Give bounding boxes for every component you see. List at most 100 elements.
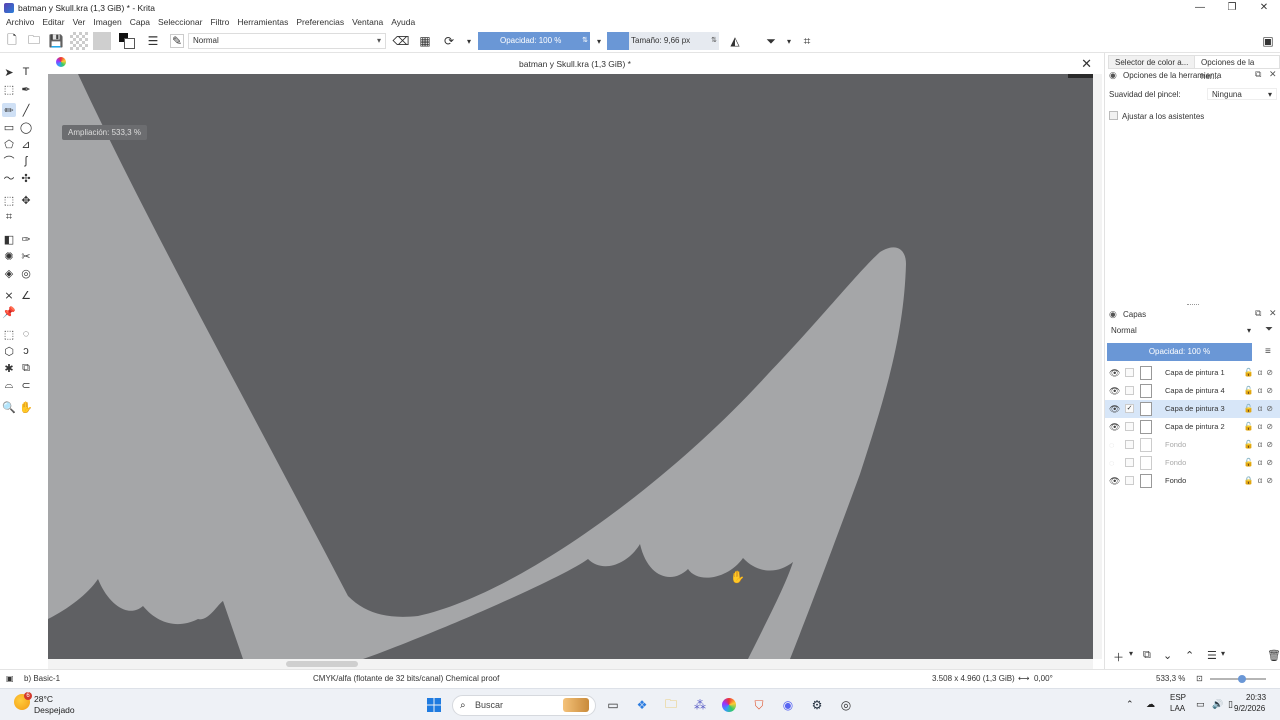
copilot-icon[interactable]: ❖ — [634, 697, 650, 713]
rectangle-tool-icon[interactable]: ▭ — [2, 120, 16, 134]
opacity-slider[interactable]: Opacidad: 100 % ⇅ — [478, 32, 590, 50]
zoom-tool-icon[interactable]: 🔍 — [2, 400, 16, 414]
layer-row[interactable]: ◌ Fondo 🔓α⊘ — [1105, 436, 1280, 454]
alpha-lock-icon[interactable]: ▦ — [418, 34, 432, 48]
layer-checkbox[interactable] — [1125, 422, 1134, 431]
polyline-tool-icon[interactable]: ⊿ — [19, 137, 33, 151]
fg-bg-color-icon[interactable] — [118, 32, 136, 50]
layer-blend-select[interactable]: Normal ▾ — [1107, 325, 1255, 337]
crop-tool-icon[interactable]: ⌗ — [2, 210, 16, 224]
eye-hidden-icon[interactable]: ◌ — [1109, 454, 1119, 472]
teams-icon[interactable]: ⁂ — [692, 697, 708, 713]
layer-lock-alpha-icons[interactable]: 🔓α⊘ — [1244, 382, 1277, 400]
zoom-value[interactable]: 533,3 % — [1156, 674, 1185, 683]
clock-date[interactable]: 9/2/2026 — [1234, 704, 1265, 713]
document-tab[interactable]: batman y Skull.kra (1,3 GiB) * ✕ — [48, 53, 1102, 74]
edit-shapes-icon[interactable]: ⬚ — [2, 82, 16, 96]
splitter-handle[interactable] — [1187, 304, 1199, 306]
eye-icon[interactable]: 👁 — [1109, 418, 1120, 436]
volume-icon[interactable]: 🔊 — [1212, 699, 1223, 710]
freehand-brush-icon[interactable]: ✏ — [2, 103, 16, 117]
open-folder-icon[interactable]: 🗀 — [27, 33, 41, 48]
maximize-button[interactable]: ❐ — [1216, 0, 1248, 15]
steam-icon[interactable]: ⚙ — [809, 697, 825, 713]
vertical-scrollbar[interactable] — [1093, 74, 1102, 659]
size-slider[interactable]: Tamaño: 9,66 px ⇅ — [607, 32, 719, 50]
screen-icon[interactable]: ▭ — [1196, 699, 1205, 710]
network-tray-icon[interactable]: ☁ — [1146, 699, 1155, 710]
dynamic-brush-icon[interactable]: 〜 — [2, 171, 16, 185]
weather-temperature[interactable]: 28°C — [34, 694, 53, 704]
delete-layer-icon[interactable]: 🗑 — [1267, 649, 1280, 662]
spin-arrows-icon[interactable]: ⇅ — [582, 32, 588, 50]
ellipse-tool-icon[interactable]: ◯ — [19, 120, 33, 134]
gradient-swatch[interactable] — [93, 32, 111, 50]
move-tool-icon[interactable]: ✥ — [19, 193, 33, 207]
canvas[interactable]: Ampliación: 533,3 % ✋ — [48, 74, 1093, 659]
task-view-icon[interactable]: ▭ — [605, 697, 621, 713]
move-down-icon[interactable]: ⌄ — [1163, 649, 1172, 662]
layer-row[interactable]: 👁 Fondo 🔒α⊘ — [1105, 472, 1280, 490]
polygon-tool-icon[interactable]: ⬠ — [2, 137, 16, 151]
layer-lock-alpha-icons[interactable]: 🔒α⊘ — [1244, 472, 1277, 490]
krita-taskbar-icon[interactable] — [721, 697, 737, 713]
layer-lock-alpha-icons[interactable]: 🔓α⊘ — [1244, 436, 1277, 454]
eye-icon[interactable]: 👁 — [1109, 382, 1120, 400]
add-layer-icon[interactable]: ＋ — [1113, 649, 1124, 665]
layout-indicator[interactable]: LAA — [1170, 704, 1185, 713]
image-size[interactable]: 3.508 x 4.960 (1,3 GiB) — [932, 674, 1015, 683]
calligraphy-icon[interactable]: ✒ — [19, 82, 33, 96]
rotation-value[interactable]: 0,00° — [1034, 674, 1053, 683]
eraser-icon[interactable]: ⌫ — [393, 34, 410, 48]
layer-lock-alpha-icons[interactable]: 🔓α⊘ — [1244, 418, 1277, 436]
fill-tool-icon[interactable]: ◈ — [2, 266, 16, 280]
tab-tool-options[interactable]: Opciones de la her... — [1194, 55, 1280, 81]
chevron-down-icon[interactable]: ▾ — [1129, 649, 1133, 658]
blend-mode-select[interactable]: Normal ▾ — [188, 33, 386, 49]
menu-preferencias[interactable]: Preferencias — [296, 17, 344, 27]
transform-tool-icon[interactable]: ⬚ — [2, 193, 16, 207]
new-document-icon[interactable]: 🗋 — [5, 33, 19, 48]
similar-select-icon[interactable]: ⧉ — [19, 361, 33, 375]
eye-icon[interactable]: 👁 — [1109, 472, 1120, 490]
chevron-down-icon[interactable]: ▾ — [1221, 649, 1225, 658]
menu-icon[interactable]: ≡ — [1265, 346, 1271, 357]
layer-opacity-slider[interactable]: Opacidad: 100 % — [1107, 343, 1252, 361]
layer-row[interactable]: 👁 ✓ Capa de pintura 3 🔓α⊘ — [1105, 400, 1280, 418]
menu-herramientas[interactable]: Herramientas — [237, 17, 288, 27]
brush-settings-icon[interactable]: ☰ — [146, 34, 160, 48]
spin-arrows-icon[interactable]: ⇅ — [711, 32, 717, 50]
taskbar-search[interactable]: ⌕ Buscar — [452, 695, 596, 716]
layer-row[interactable]: 👁 Capa de pintura 2 🔓α⊘ — [1105, 418, 1280, 436]
layer-lock-alpha-icons[interactable]: 🔓α⊘ — [1244, 364, 1277, 382]
layer-row[interactable]: ◌ Fondo 🔓α⊘ — [1105, 454, 1280, 472]
color-picker-icon[interactable]: ✑ — [19, 232, 33, 246]
layer-checkbox[interactable] — [1125, 458, 1134, 467]
snap-checkbox[interactable] — [1109, 111, 1118, 120]
eye-icon[interactable]: 👁 — [1109, 364, 1120, 382]
windows-start-icon[interactable] — [426, 697, 442, 713]
file-explorer-icon[interactable]: 🗀 — [663, 697, 679, 713]
layer-lock-alpha-icons[interactable]: 🔓α⊘ — [1244, 400, 1277, 418]
polygon-select-icon[interactable]: ⬡ — [2, 344, 16, 358]
layer-checkbox[interactable]: ✓ — [1125, 404, 1134, 413]
wrap-around-icon[interactable]: ⌗ — [800, 34, 814, 48]
save-icon[interactable]: 💾 — [49, 34, 64, 48]
layer-properties-icon[interactable]: ☰ — [1207, 649, 1217, 662]
freehand-path-icon[interactable]: ʃ — [19, 154, 33, 168]
smart-patch-icon[interactable]: ✂ — [19, 249, 33, 263]
obs-icon[interactable]: ◎ — [838, 697, 854, 713]
pattern-swatch[interactable] — [70, 32, 88, 50]
eye-hidden-icon[interactable]: ◌ — [1109, 436, 1119, 454]
duplicate-layer-icon[interactable]: ⧉ — [1143, 649, 1151, 662]
clock-time[interactable]: 20:33 — [1246, 693, 1266, 702]
assistant-tool-icon[interactable]: ⨯ — [2, 288, 16, 302]
reload-preset-icon[interactable]: ⟳ — [442, 34, 456, 48]
gradient-tool-icon[interactable]: ◧ — [2, 232, 16, 246]
filter-icon[interactable]: ⏷ — [1265, 324, 1273, 335]
enclose-fill-icon[interactable]: ◎ — [19, 266, 33, 280]
select-shapes-icon[interactable]: ➤ — [2, 65, 16, 79]
brave-browser-icon[interactable]: ⛉ — [751, 697, 767, 713]
float-panel-icon[interactable]: ⧉ — [1255, 308, 1261, 319]
text-tool-icon[interactable]: T — [19, 65, 33, 79]
